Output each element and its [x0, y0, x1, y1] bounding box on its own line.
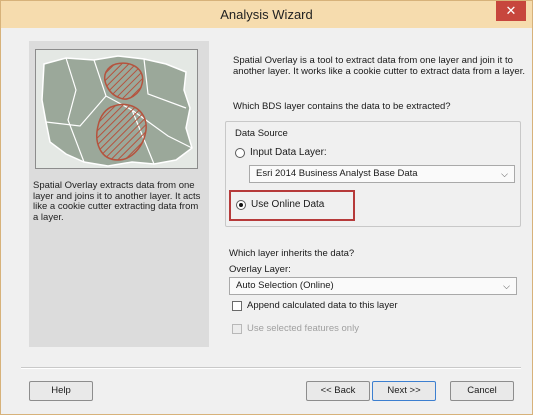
selected-features-checkbox: [232, 323, 242, 334]
chevron-down-icon: ⌵: [501, 169, 508, 179]
input-data-layer-value: Esri 2014 Business Analyst Base Data: [256, 168, 418, 179]
window-title: Analysis Wizard: [220, 7, 313, 22]
input-data-layer-select[interactable]: Esri 2014 Business Analyst Base Data ⌵: [249, 165, 515, 183]
chevron-down-icon: ⌵: [503, 281, 510, 291]
use-online-data-label: Use Online Data: [251, 199, 325, 210]
map-svg: [36, 50, 197, 168]
left-info-panel: Spatial Overlay extracts data from one l…: [29, 41, 209, 347]
input-data-layer-radio[interactable]: [235, 147, 245, 158]
back-button[interactable]: << Back: [306, 381, 370, 401]
help-button[interactable]: Help: [29, 381, 93, 401]
use-online-data-radio[interactable]: [236, 199, 246, 210]
overlay-layer-label: Overlay Layer:: [229, 264, 291, 275]
source-question: Which BDS layer contains the data to be …: [233, 101, 451, 112]
next-button[interactable]: Next >>: [372, 381, 436, 401]
selected-features-option: Use selected features only: [232, 323, 359, 334]
input-data-layer-option[interactable]: Input Data Layer:: [235, 147, 327, 158]
title-bar: Analysis Wizard ✕: [1, 1, 532, 28]
append-data-option[interactable]: Append calculated data to this layer: [232, 300, 398, 311]
data-source-group-label: Data Source: [235, 128, 288, 139]
input-data-layer-label: Input Data Layer:: [250, 147, 327, 158]
overlay-layer-value: Auto Selection (Online): [236, 280, 334, 291]
append-data-label: Append calculated data to this layer: [247, 300, 398, 311]
inherit-question: Which layer inherits the data?: [229, 248, 355, 259]
close-button[interactable]: ✕: [496, 1, 526, 21]
tool-intro-text: Spatial Overlay is a tool to extract dat…: [233, 55, 525, 77]
left-description: Spatial Overlay extracts data from one l…: [33, 180, 201, 223]
overlay-layer-select[interactable]: Auto Selection (Online) ⌵: [229, 277, 517, 295]
footer-separator: [21, 367, 521, 369]
cancel-button[interactable]: Cancel: [450, 381, 514, 401]
close-icon: ✕: [505, 3, 517, 18]
use-online-data-option[interactable]: Use Online Data: [236, 199, 324, 210]
analysis-wizard-window: Analysis Wizard ✕ Spatial Overlay extrac…: [0, 0, 533, 415]
append-data-checkbox[interactable]: [232, 300, 242, 311]
selected-features-label: Use selected features only: [247, 323, 359, 334]
map-illustration: [35, 49, 198, 169]
